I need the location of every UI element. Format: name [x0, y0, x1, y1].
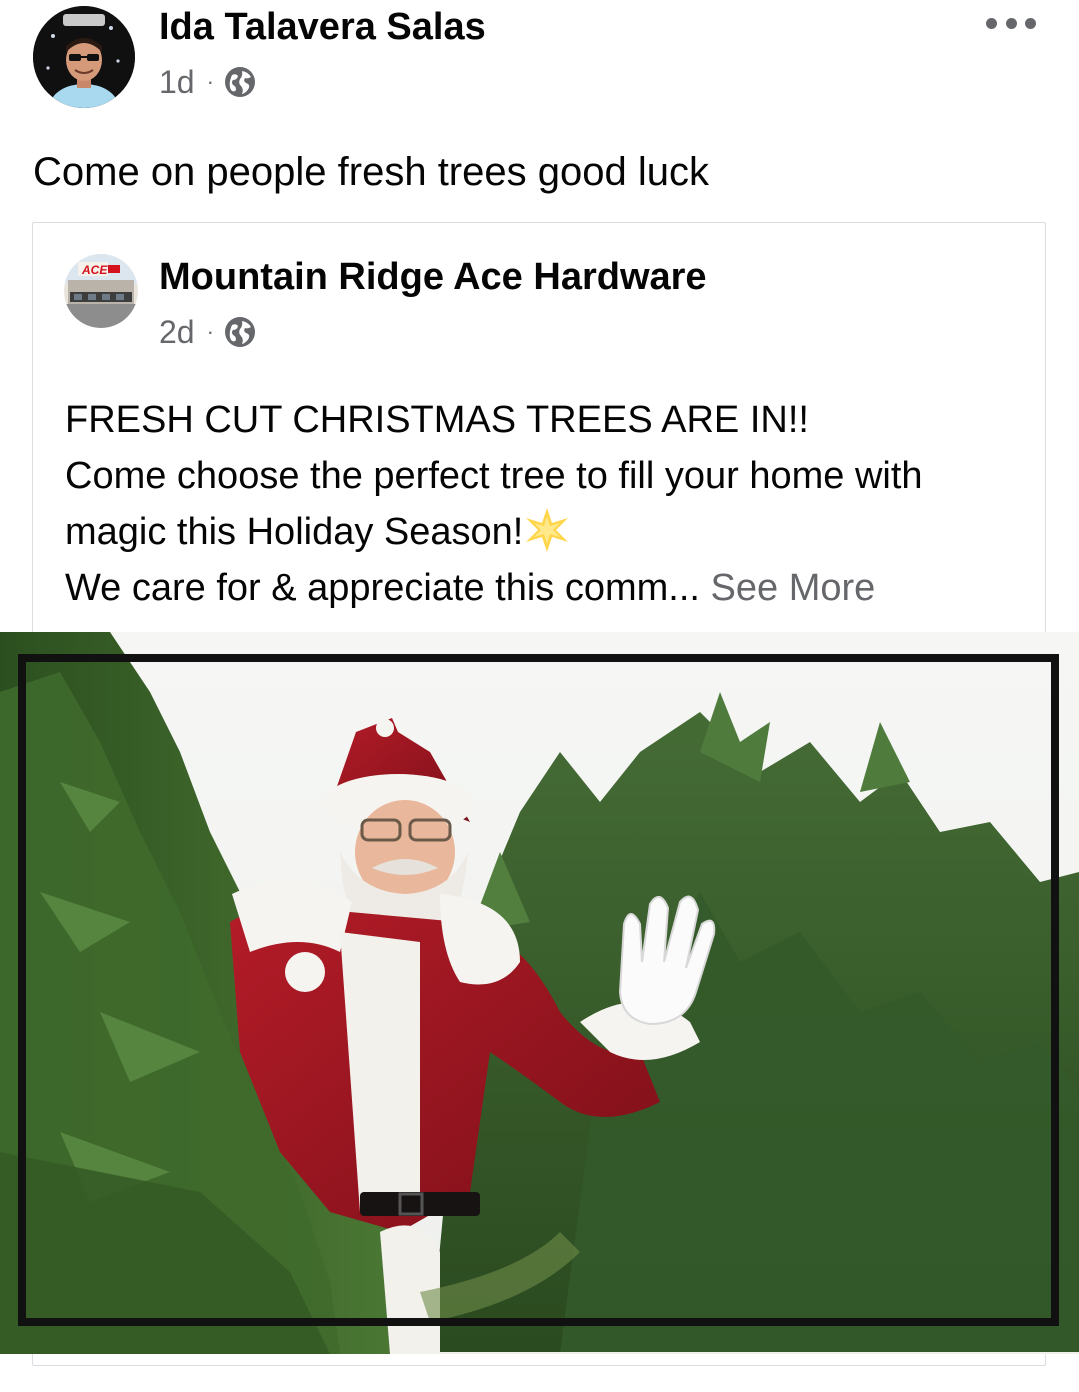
- body-line: Come choose the perfect tree to fill you…: [65, 455, 923, 497]
- page-name[interactable]: Mountain Ridge Ace Hardware: [159, 256, 707, 299]
- meta-separator: ·: [206, 319, 214, 344]
- post-header: Ida Talavera Salas 1d ·: [0, 0, 1079, 120]
- more-options-icon[interactable]: [986, 10, 1036, 36]
- post-timestamp[interactable]: 1d: [159, 64, 195, 101]
- author-name[interactable]: Ida Talavera Salas: [159, 6, 486, 49]
- more-dot: [1025, 17, 1036, 29]
- more-dot: [986, 17, 997, 29]
- body-line: magic this Holiday Season!: [65, 504, 1040, 560]
- body-line: FRESH CUT CHRISTMAS TREES ARE IN!!: [65, 399, 809, 441]
- more-dot: [1005, 17, 1017, 29]
- body-text: We care for & appreciate this comm...: [65, 567, 700, 609]
- body-line: We care for & appreciate this comm... Se…: [65, 560, 1040, 616]
- author-avatar[interactable]: [33, 6, 135, 108]
- santa-in-tree-farm-image: [0, 632, 1079, 1354]
- post-text: Come on people fresh trees good luck: [33, 150, 709, 194]
- shared-post-body: FRESH CUT CHRISTMAS TREES ARE IN!! Come …: [65, 392, 1040, 616]
- shared-timestamp[interactable]: 2d: [159, 314, 195, 351]
- body-text: magic this Holiday Season!: [65, 511, 524, 553]
- star-emoji-icon: [523, 506, 571, 554]
- globe-icon[interactable]: [224, 316, 256, 348]
- globe-icon[interactable]: [224, 66, 256, 98]
- author-avatar-image: [33, 6, 135, 108]
- ace-logo-text: ACE: [81, 263, 108, 277]
- post-meta: 1d ·: [159, 62, 256, 102]
- page-avatar[interactable]: ACE: [64, 254, 138, 328]
- meta-separator: ·: [206, 69, 214, 94]
- post-photo[interactable]: [0, 632, 1079, 1354]
- ace-storefront-image: ACE: [64, 254, 138, 328]
- shared-meta: 2d ·: [159, 312, 256, 352]
- see-more-link[interactable]: See More: [700, 567, 876, 609]
